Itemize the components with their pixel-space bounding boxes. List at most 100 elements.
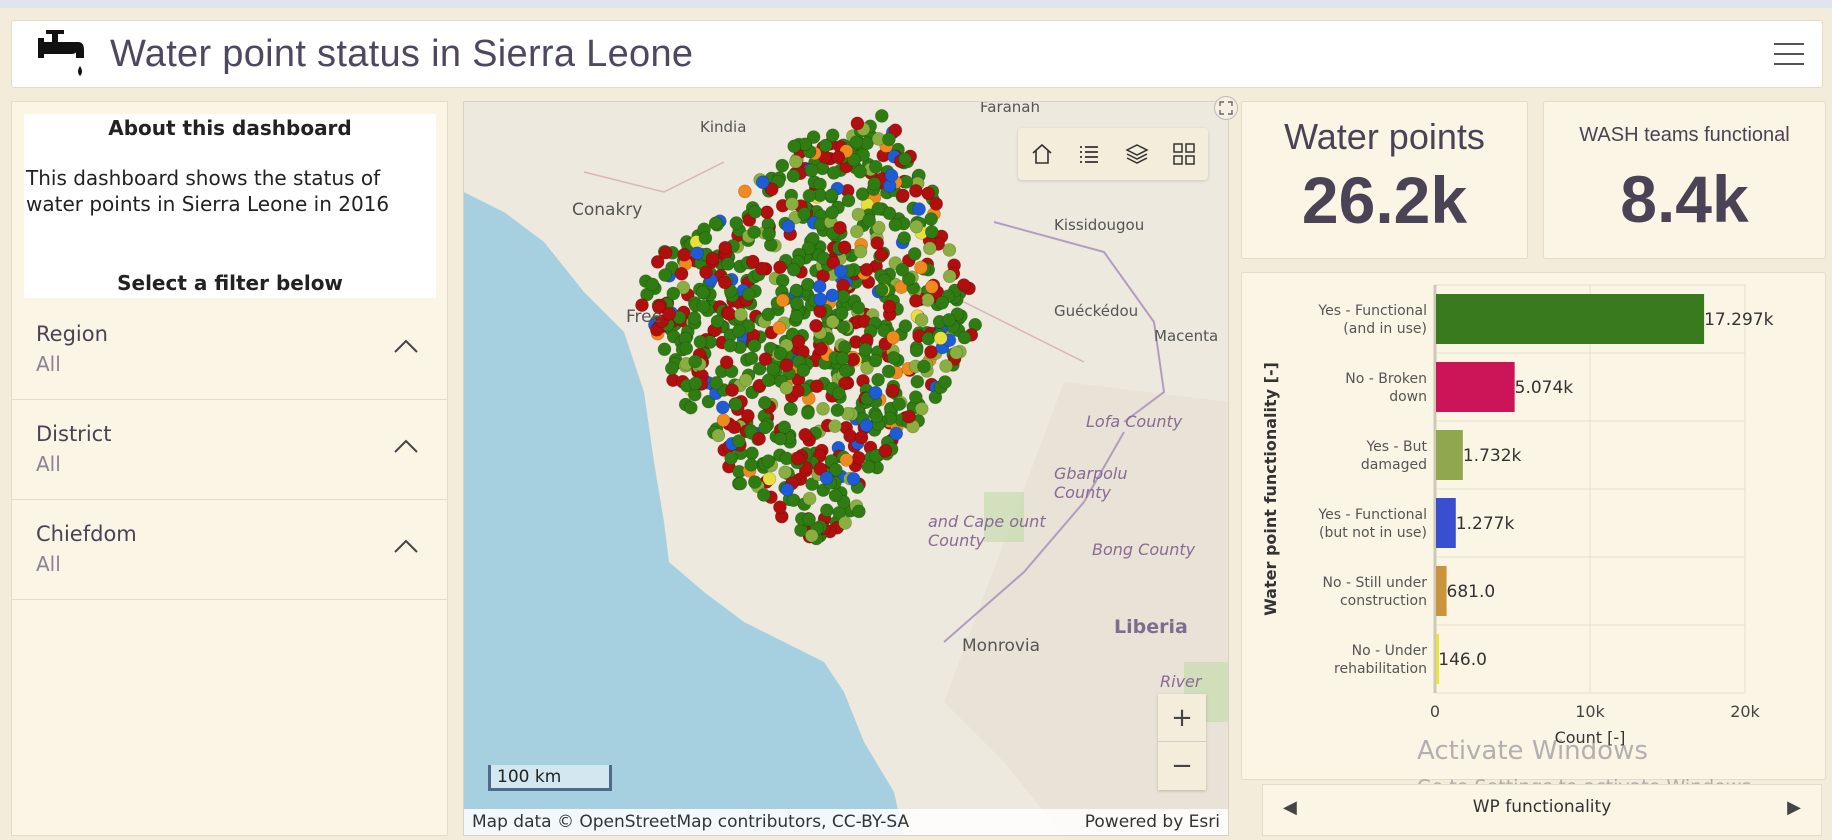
water-point-marker[interactable] [729, 216, 744, 230]
water-point-marker[interactable] [721, 257, 735, 271]
water-point-marker[interactable] [718, 240, 733, 255]
water-point-marker[interactable] [804, 528, 819, 543]
water-point-marker[interactable] [775, 293, 790, 308]
water-point-marker[interactable] [909, 184, 923, 198]
water-point-marker[interactable] [824, 188, 839, 203]
water-point-marker[interactable] [814, 342, 828, 356]
water-point-marker[interactable] [868, 160, 883, 174]
water-point-marker[interactable] [787, 139, 802, 154]
water-point-marker[interactable] [658, 245, 673, 260]
water-point-marker[interactable] [727, 420, 742, 435]
water-point-marker[interactable] [949, 346, 964, 360]
water-point-marker[interactable] [837, 240, 852, 255]
water-point-marker[interactable] [755, 175, 770, 190]
water-point-marker[interactable] [677, 248, 691, 262]
water-point-marker[interactable] [921, 186, 936, 201]
water-point-marker[interactable] [924, 345, 938, 359]
water-point-marker[interactable] [957, 330, 972, 345]
chevron-up-icon[interactable] [393, 338, 419, 354]
water-point-marker[interactable] [688, 354, 702, 369]
water-point-marker[interactable] [895, 263, 910, 277]
water-point-marker[interactable] [741, 408, 755, 423]
water-point-marker[interactable] [696, 285, 710, 300]
water-point-marker[interactable] [801, 406, 815, 420]
water-point-marker[interactable] [898, 152, 912, 166]
water-point-marker[interactable] [896, 188, 910, 203]
water-point-marker[interactable] [924, 225, 939, 239]
water-point-marker[interactable] [709, 376, 724, 390]
water-point-marker[interactable] [684, 400, 698, 415]
attribution-text[interactable]: Map data © OpenStreetMap contributors, C… [472, 812, 909, 832]
water-point-marker[interactable] [908, 390, 923, 404]
water-point-marker[interactable] [912, 202, 926, 216]
water-point-marker[interactable] [868, 353, 883, 368]
water-point-marker[interactable] [780, 482, 795, 497]
water-point-marker[interactable] [859, 262, 874, 277]
water-point-marker[interactable] [666, 286, 681, 301]
water-point-marker[interactable] [784, 402, 798, 416]
water-point-marker[interactable] [839, 453, 854, 467]
water-point-marker[interactable] [917, 359, 931, 374]
water-point-marker[interactable] [710, 314, 725, 329]
water-point-marker[interactable] [942, 313, 956, 327]
water-point-marker[interactable] [802, 491, 817, 506]
water-point-marker[interactable] [725, 383, 739, 398]
water-point-marker[interactable] [938, 375, 952, 389]
layers-icon[interactable] [1121, 138, 1153, 170]
water-point-marker[interactable] [796, 363, 811, 378]
water-point-marker[interactable] [809, 319, 823, 333]
water-point-marker[interactable] [790, 296, 804, 311]
chevron-up-icon[interactable] [393, 538, 419, 554]
water-point-marker[interactable] [747, 475, 762, 489]
water-point-marker[interactable] [789, 154, 803, 169]
water-point-marker[interactable] [939, 359, 953, 373]
water-point-marker[interactable] [762, 472, 777, 486]
water-point-marker[interactable] [828, 488, 843, 503]
home-icon[interactable] [1026, 138, 1058, 170]
water-point-marker[interactable] [696, 299, 711, 314]
water-point-marker[interactable] [870, 236, 885, 250]
water-point-marker[interactable] [786, 262, 801, 277]
water-point-marker[interactable] [786, 169, 801, 183]
water-point-marker[interactable] [834, 306, 849, 321]
water-point-marker[interactable] [832, 386, 846, 401]
water-point-marker[interactable] [849, 135, 864, 150]
water-point-marker[interactable] [662, 307, 676, 321]
water-point-marker[interactable] [747, 338, 762, 353]
water-point-marker[interactable] [708, 216, 723, 231]
water-point-marker[interactable] [773, 431, 788, 446]
water-point-marker[interactable] [819, 471, 834, 485]
water-point-marker[interactable] [859, 418, 874, 433]
water-point-marker[interactable] [772, 321, 787, 335]
water-point-marker[interactable] [920, 293, 935, 307]
water-point-marker[interactable] [732, 434, 746, 448]
water-point-marker[interactable] [838, 340, 852, 354]
water-point-marker[interactable] [884, 168, 899, 183]
water-point-marker[interactable] [897, 231, 912, 245]
water-point-marker[interactable] [752, 431, 766, 446]
water-point-marker[interactable] [889, 426, 904, 441]
water-point-marker[interactable] [738, 184, 752, 199]
water-point-marker[interactable] [816, 401, 830, 416]
water-point-marker[interactable] [885, 383, 900, 398]
water-point-marker[interactable] [775, 158, 790, 173]
basemap-gallery-icon[interactable] [1168, 138, 1200, 170]
water-point-marker[interactable] [871, 202, 886, 216]
water-point-marker[interactable] [773, 346, 788, 361]
water-point-marker[interactable] [789, 283, 804, 298]
water-point-marker[interactable] [711, 428, 726, 443]
expand-icon[interactable] [1214, 96, 1238, 120]
water-point-marker[interactable] [868, 385, 883, 400]
water-point-marker[interactable] [665, 361, 679, 376]
water-point-marker[interactable] [882, 132, 896, 147]
water-point-marker[interactable] [878, 444, 893, 458]
water-point-marker[interactable] [688, 376, 703, 391]
water-point-marker[interactable] [914, 313, 929, 327]
water-point-marker[interactable] [935, 296, 950, 310]
water-point-marker[interactable] [907, 247, 922, 261]
water-point-marker[interactable] [914, 260, 928, 275]
water-point-marker[interactable] [761, 373, 776, 388]
water-point-marker[interactable] [914, 401, 929, 416]
water-point-marker[interactable] [833, 264, 848, 279]
water-point-marker[interactable] [775, 273, 790, 288]
